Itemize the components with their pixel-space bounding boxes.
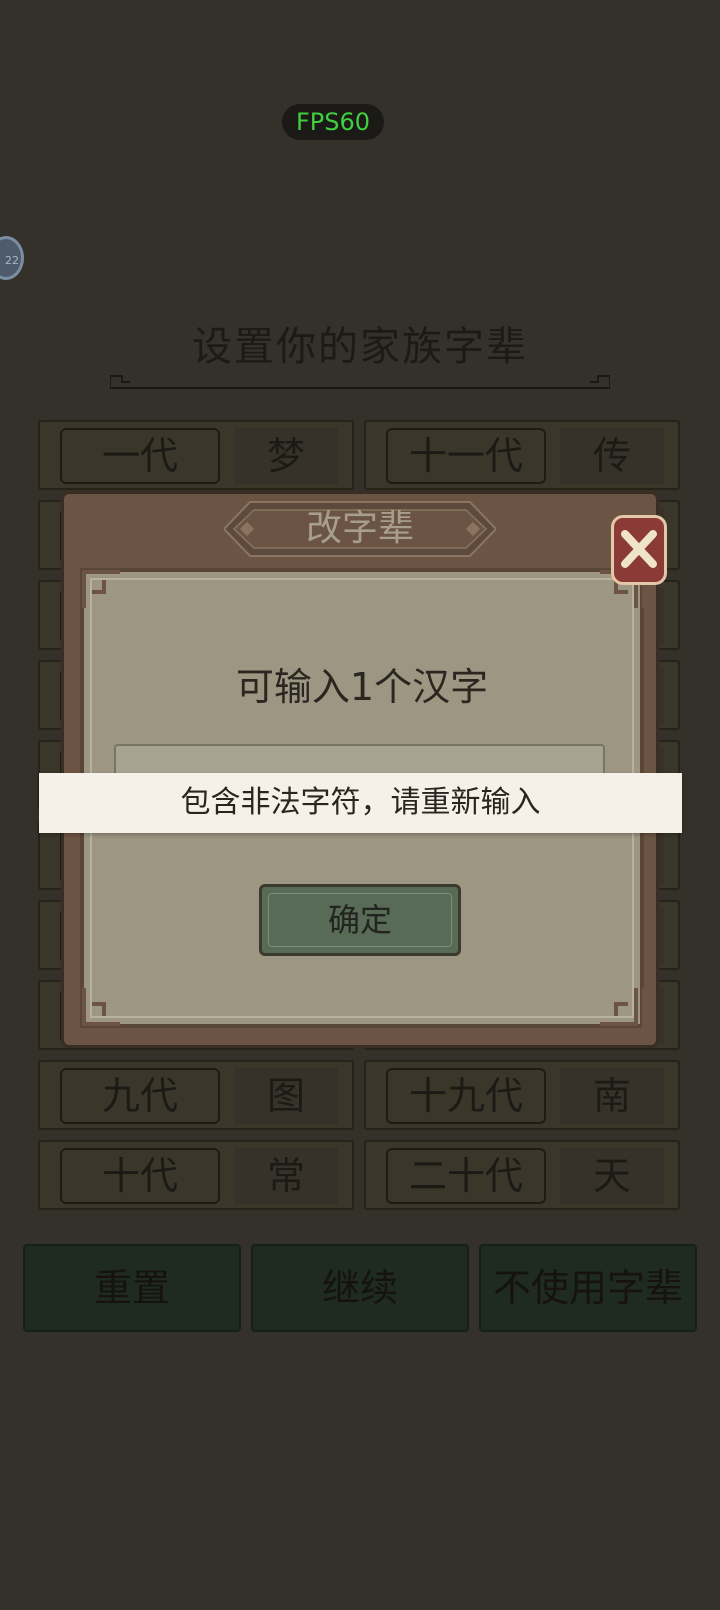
generation-row[interactable]: 二十代天 (364, 1140, 680, 1210)
dialog-hint: 可输入1个汉字 (235, 665, 489, 709)
generation-label: 十一代 (386, 428, 546, 484)
generation-label: 二十代 (386, 1148, 546, 1204)
no-generation-names-button[interactable]: 不使用字辈 (479, 1244, 697, 1332)
generation-row[interactable]: 十九代南 (364, 1060, 680, 1130)
generation-label: 一代 (60, 428, 220, 484)
generation-character[interactable]: 常 (234, 1148, 338, 1204)
generation-character[interactable]: 天 (560, 1148, 664, 1204)
generation-row[interactable]: 十代常 (38, 1140, 354, 1210)
generation-label: 九代 (60, 1068, 220, 1124)
floating-assistant-ball[interactable]: 22 (0, 236, 24, 280)
confirm-button[interactable]: 确定 (259, 884, 461, 956)
generation-character[interactable]: 图 (234, 1068, 338, 1124)
generation-label: 十代 (60, 1148, 220, 1204)
title-underline-ornament (110, 375, 610, 389)
corner-ornament-bottom-right (600, 988, 646, 1034)
fps-counter: FPS60 (282, 104, 384, 140)
close-icon (621, 530, 657, 568)
continue-button[interactable]: 继续 (251, 1244, 469, 1332)
generation-character[interactable]: 南 (560, 1068, 664, 1124)
close-button[interactable] (611, 515, 667, 585)
generation-character[interactable]: 传 (560, 428, 664, 484)
reset-button[interactable]: 重置 (23, 1244, 241, 1332)
generation-row[interactable]: 十一代传 (364, 420, 680, 490)
generation-label: 十九代 (386, 1068, 546, 1124)
error-toast: 包含非法字符，请重新输入 (39, 773, 682, 833)
generation-row[interactable]: 九代图 (38, 1060, 354, 1130)
corner-ornament-top-left (74, 562, 120, 608)
confirm-button-inner-border (268, 893, 452, 947)
generation-character[interactable]: 梦 (234, 428, 338, 484)
corner-ornament-bottom-left (74, 988, 120, 1034)
page-title: 设置你的家族字辈 (192, 324, 528, 370)
dialog-title: 改字辈 (305, 508, 414, 549)
generation-row[interactable]: 一代梦 (38, 420, 354, 490)
